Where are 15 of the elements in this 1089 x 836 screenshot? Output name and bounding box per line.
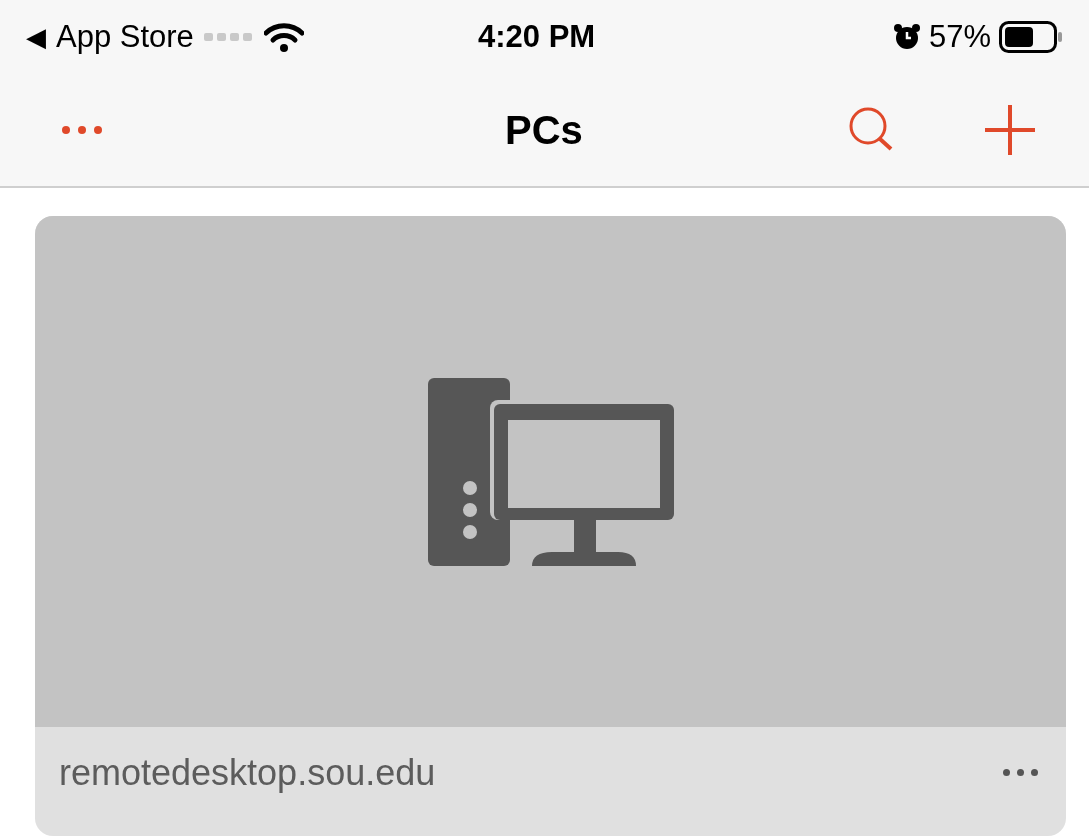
computer-icon	[427, 377, 674, 566]
wifi-icon	[263, 22, 304, 52]
back-arrow[interactable]: ◀	[26, 17, 46, 57]
more-icon	[1003, 769, 1038, 776]
battery-icon	[999, 21, 1063, 53]
pc-card[interactable]: remotedesktop.sou.edu	[35, 216, 1066, 836]
signal-icon	[203, 33, 254, 41]
plus-icon	[983, 103, 1037, 157]
nav-title: PCs	[505, 107, 583, 154]
back-label[interactable]: App Store	[56, 13, 194, 61]
battery-percent: 57%	[928, 17, 991, 56]
alarm-clock-icon	[892, 23, 921, 51]
pc-name: remotedesktop.sou.edu	[59, 750, 436, 795]
status-time: 4:20 PM	[478, 17, 596, 56]
more-icon	[62, 126, 102, 134]
